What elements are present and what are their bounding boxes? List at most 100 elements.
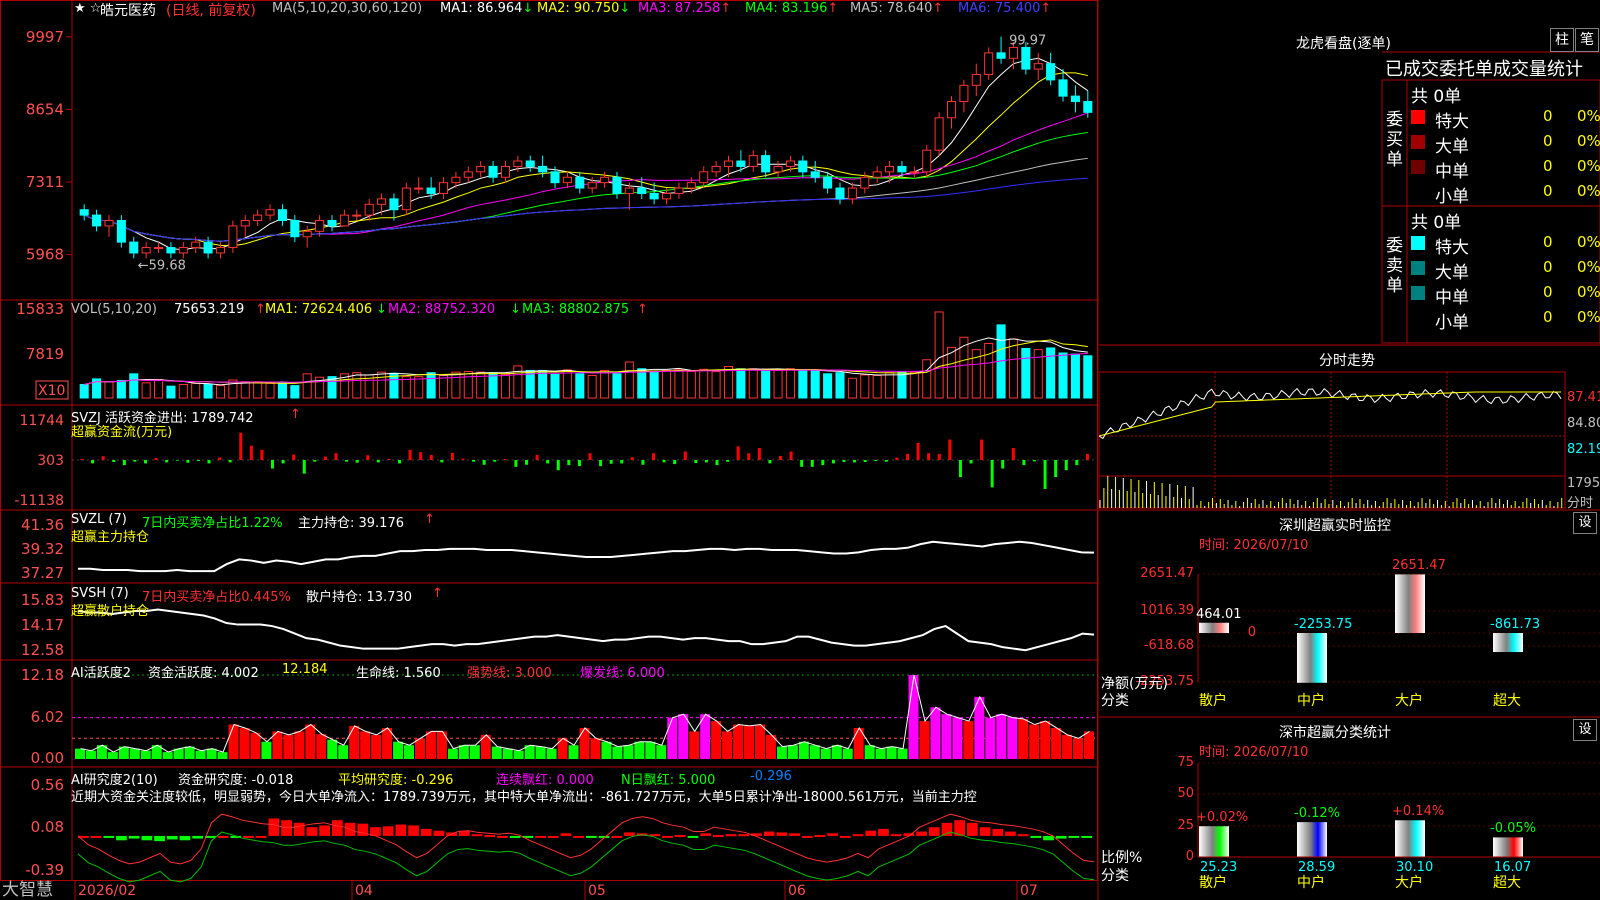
dragon-row-name: 中单 — [1435, 288, 1469, 308]
ma-arrow: ↑ — [720, 1, 732, 16]
svzl-subtitle: 超赢主力持仓 — [71, 530, 150, 545]
intraday-price-low: 82.19 — [1567, 442, 1600, 457]
ma-label: MA5: — [850, 1, 887, 16]
right-panel: 龙虎看盘(逐单) 柱笔已成交委托单成交量统计 委买单共 0单 特大 0 0% 大单 0 0% 中单… — [1099, 0, 1600, 900]
monitor-bar-rect — [1395, 574, 1425, 633]
ma-number: 75.400 — [994, 1, 1041, 16]
dragon-row-count: 0 — [1543, 308, 1553, 326]
monitor-bar-rect — [1493, 633, 1523, 653]
classify-value: 28.59 — [1298, 860, 1336, 875]
ma-value-3: MA3: 87.258↑ — [638, 1, 731, 16]
svsh-value: 散户持仓: 13.730 — [306, 590, 412, 605]
monitor-xlabel: 分类 — [1101, 693, 1129, 709]
dragon-color-swatch — [1411, 135, 1425, 149]
classify-bar-rect — [1395, 820, 1425, 857]
classify-value: 25.23 — [1200, 860, 1238, 875]
ma-number: 90.750 — [573, 1, 620, 16]
monitor-category: 散户 — [1199, 693, 1227, 709]
dragon-btn1-button[interactable]: 柱 — [1550, 28, 1574, 52]
ai1-value2: 12.184 — [282, 662, 328, 677]
monitor-category: 大户 — [1395, 693, 1423, 709]
dragon-color-swatch — [1411, 286, 1425, 300]
vol-ma3-arrow: ↑ — [637, 302, 648, 317]
ma-label: MA2: — [537, 1, 574, 16]
classify-title: 深市超赢分类统计 — [1279, 725, 1391, 741]
star-icon[interactable]: ★ ☆ — [74, 1, 101, 16]
dragon-sell-side: 委卖单 — [1386, 236, 1403, 296]
classify-xlabel: 分类 — [1101, 868, 1129, 884]
dragon-row-pct: 0% — [1577, 132, 1600, 150]
svzj-subtitle: 超赢资金流(万元) — [71, 425, 173, 440]
vol-ma2-arrow: ↓ — [510, 302, 521, 317]
stock-name: 皓元医药 — [100, 3, 156, 19]
svsh-note: 7日内买卖净占比0.445% — [142, 590, 291, 605]
ai1-strong-line: 强势线: 3.000 — [467, 666, 552, 681]
dragon-buy-total: 共 0单 — [1411, 87, 1462, 107]
classify-bar-rect — [1199, 826, 1229, 857]
monitor-y-tick: 1016.39 — [1140, 603, 1194, 618]
classify-bar-rect — [1297, 822, 1327, 857]
monitor-bar-1 — [1297, 633, 1327, 683]
dragon-row-name: 大单 — [1435, 137, 1469, 157]
classify-y-tick: 50 — [1177, 786, 1194, 801]
ma-arrow: ↑ — [1040, 1, 1052, 16]
dragon-row-name: 大单 — [1435, 263, 1469, 283]
svsh-subtitle: 超赢散户持仓 — [71, 604, 150, 619]
ma-label: MA3: — [638, 1, 675, 16]
classify-bar-label: -0.12% — [1294, 806, 1340, 822]
period-label: (日线, 前复权) — [166, 3, 256, 19]
classify-category: 散户 — [1199, 875, 1227, 891]
dragon-row-pct: 0% — [1577, 308, 1600, 326]
vol-ma3: MA3: 88802.875 — [522, 302, 630, 317]
vol-value: 75653.219 — [174, 302, 245, 317]
dragon-row-pct: 0% — [1577, 107, 1600, 125]
dragon-row-count: 0 — [1543, 157, 1553, 175]
classify-bar-label: +0.02% — [1196, 810, 1249, 826]
terminal-screen: 9997 8654 7311 5968 99.97 ←59.68 15833 7819 X10 1… — [0, 0, 1600, 900]
monitor-settings-button[interactable]: 设 — [1573, 512, 1597, 534]
dragon-row-pct: 0% — [1577, 233, 1600, 251]
ma-value-2: MA2: 90.750↓ — [537, 1, 630, 16]
ai1-activity: 资金活跃度: 4.002 — [148, 666, 259, 681]
svzl-arrow: ↑ — [424, 512, 435, 527]
dragon-row-count: 0 — [1543, 107, 1553, 125]
ma-arrow: ↓ — [522, 1, 534, 16]
dragon-color-swatch — [1411, 160, 1425, 174]
classify-bar-0 — [1199, 826, 1229, 857]
dragon-row-count: 0 — [1543, 233, 1553, 251]
classify-settings-button[interactable]: 设 — [1573, 719, 1597, 741]
monitor-category: 中户 — [1297, 693, 1325, 709]
monitor-bar-label: 464.01 — [1196, 606, 1242, 622]
svsh-arrow: ↑ — [432, 586, 443, 601]
vol-ma2: MA2: 88752.320 — [388, 302, 496, 317]
monitor-bar-rect — [1297, 633, 1327, 683]
ma-arrow: ↓ — [619, 1, 631, 16]
ma-value-1: MA1: 86.964↓ — [440, 1, 533, 16]
monitor-title: 深圳超赢实时监控 — [1279, 518, 1391, 534]
ma-arrow: ↑ — [932, 1, 944, 16]
chart-headers: ★ ☆ 皓元医药 (日线, 前复权) MA(5,10,20,30,60,120) MA1… — [0, 0, 1098, 900]
classify-value: 16.07 — [1494, 860, 1532, 875]
ma-number: 78.640 — [886, 1, 933, 16]
dragon-row-name: 小单 — [1435, 187, 1469, 207]
svzl-title: SVZL (7) — [71, 512, 127, 527]
monitor-y-tick: -618.68 — [1143, 638, 1194, 653]
ma-arrow: ↑ — [827, 1, 839, 16]
monitor-bar-2 — [1395, 574, 1425, 633]
monitor-y-tick: 2651.47 — [1140, 566, 1194, 581]
classify-bar-label: -0.05% — [1490, 821, 1536, 837]
dragon-row-name: 中单 — [1435, 162, 1469, 182]
intraday-price-high: 87.41 — [1567, 390, 1600, 405]
dragon-subtitle: 已成交委托单成交量统计 — [1385, 59, 1583, 80]
dragon-title: 龙虎看盘(逐单) — [1296, 36, 1391, 52]
svzl-note: 7日内买卖净占比1.22% — [142, 516, 283, 531]
ai1-burst-line: 爆发线: 6.000 — [580, 666, 665, 681]
ma-label: MA4: — [745, 1, 782, 16]
ai2-comment: 近期大资金关注度较低，明显弱势，今日大单净流入：1789.739万元，其中特大单… — [71, 790, 977, 805]
dragon-btn2-button[interactable]: 笔 — [1575, 28, 1599, 52]
classify-y-tick: 25 — [1177, 818, 1194, 833]
classify-category: 中户 — [1297, 875, 1325, 891]
monitor-bar-3 — [1493, 633, 1523, 653]
dragon-color-swatch — [1411, 236, 1425, 250]
intraday-price-line — [1099, 387, 1562, 440]
